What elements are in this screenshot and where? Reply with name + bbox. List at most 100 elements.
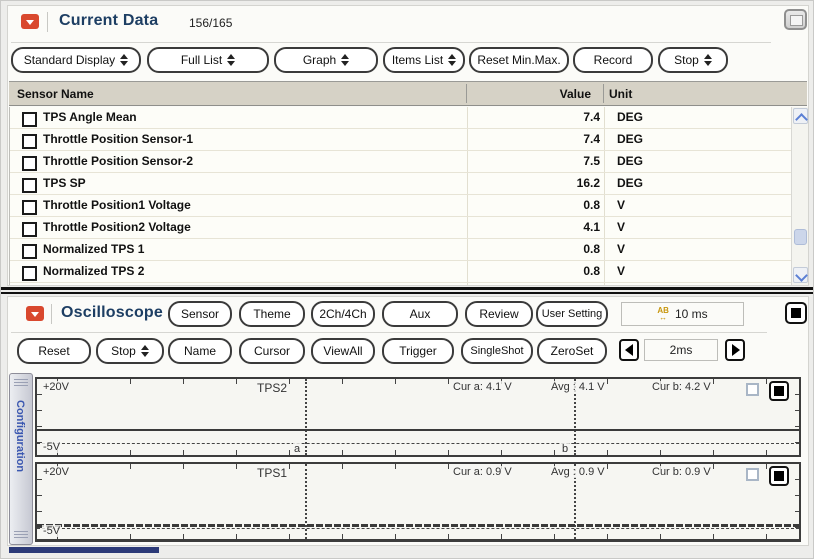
row-checkbox[interactable] bbox=[22, 244, 37, 259]
column-divider bbox=[466, 84, 467, 103]
zero-volt-line bbox=[37, 443, 799, 444]
timebase-value: 10 ms bbox=[675, 307, 708, 321]
scope-channel-tps2[interactable]: +20V -5V TPS2 Cur a: 4.1 V Avg : 4.1 V C… bbox=[35, 377, 801, 457]
chevron-up-icon bbox=[795, 113, 808, 126]
scope-stop-button[interactable]: Stop bbox=[96, 338, 164, 364]
row-checkbox[interactable] bbox=[22, 222, 37, 237]
row-checkbox[interactable] bbox=[22, 112, 37, 127]
diagnostic-app-window: Current Data 156/165 Standard Display Fu… bbox=[0, 0, 814, 559]
scroll-down-button[interactable] bbox=[793, 267, 808, 283]
axis-ticks bbox=[37, 534, 799, 539]
stop-button[interactable]: Stop bbox=[658, 47, 728, 73]
sensor-button[interactable]: Sensor bbox=[168, 301, 232, 327]
filled-square-icon bbox=[774, 471, 784, 481]
reset-minmax-button[interactable]: Reset Min.Max. bbox=[469, 47, 569, 73]
channel-window-button[interactable] bbox=[769, 466, 789, 486]
configuration-tab-label: Configuration bbox=[14, 400, 26, 472]
channel-name: TPS1 bbox=[256, 466, 288, 480]
maximize-button[interactable] bbox=[784, 9, 807, 30]
filled-square-icon bbox=[791, 308, 801, 318]
cursor-button[interactable]: Cursor bbox=[239, 338, 305, 364]
table-row[interactable]: Throttle Position Sensor-2 7.5 DEG bbox=[10, 151, 806, 173]
table-row[interactable]: Throttle Position1 Voltage 0.8 V bbox=[10, 195, 806, 217]
scale-min-label: -5V bbox=[42, 441, 61, 453]
reset-button[interactable]: Reset bbox=[17, 338, 91, 364]
review-button[interactable]: Review bbox=[465, 301, 533, 327]
table-row[interactable]: TPS Angle Mean 7.4 DEG bbox=[10, 107, 806, 129]
table-row[interactable]: Normalized TPS 2 0.8 V bbox=[10, 261, 806, 283]
avg-readout: Avg : 4.1 V bbox=[550, 381, 606, 393]
updown-icon bbox=[340, 54, 349, 66]
zeroset-button[interactable]: ZeroSet bbox=[537, 338, 607, 364]
arrow-right-icon bbox=[732, 344, 740, 356]
col-value[interactable]: Value bbox=[461, 87, 591, 101]
scope-channel-tps1[interactable]: +20V -5V TPS1 Cur a: 0.9 V Avg : 0.9 V C… bbox=[35, 462, 801, 542]
table-header: Sensor Name Value Unit bbox=[9, 81, 807, 106]
maximize-icon bbox=[790, 15, 803, 26]
timebase-decrease-button[interactable] bbox=[619, 339, 639, 361]
channel-checkbox[interactable] bbox=[746, 468, 759, 481]
table-scrollbar[interactable] bbox=[791, 107, 808, 285]
time-per-div-display: 2ms bbox=[644, 339, 718, 361]
grip-icon bbox=[14, 531, 28, 539]
trigger-button[interactable]: Trigger bbox=[382, 338, 454, 364]
standard-display-button[interactable]: Standard Display bbox=[11, 47, 141, 73]
configuration-tab[interactable]: Configuration bbox=[9, 373, 33, 545]
zero-volt-line bbox=[37, 528, 799, 529]
record-button[interactable]: Record bbox=[573, 47, 653, 73]
row-checkbox[interactable] bbox=[22, 134, 37, 149]
user-setting-button[interactable]: User Setting bbox=[536, 301, 608, 327]
cursor-b-readout: Cur b: 0.9 V bbox=[651, 466, 712, 478]
scroll-up-button[interactable] bbox=[793, 108, 808, 124]
table-row[interactable]: TPS SP 16.2 DEG bbox=[10, 173, 806, 195]
row-checkbox[interactable] bbox=[22, 266, 37, 281]
arrow-left-icon bbox=[625, 344, 633, 356]
header-divider bbox=[51, 304, 52, 324]
avg-readout: Avg : 0.9 V bbox=[550, 466, 606, 478]
section-collapse-icon[interactable] bbox=[21, 14, 39, 29]
updown-icon bbox=[703, 54, 712, 66]
table-row[interactable]: Normalized TPS 1 0.8 V bbox=[10, 239, 806, 261]
cursor-b-label: b bbox=[561, 443, 569, 455]
full-list-button[interactable]: Full List bbox=[147, 47, 269, 73]
name-button[interactable]: Name bbox=[168, 338, 232, 364]
table-row[interactable]: Throttle Position2 Voltage 4.1 V bbox=[10, 217, 806, 239]
panel-separator bbox=[1, 287, 814, 290]
cursor-a-readout: Cur a: 4.1 V bbox=[452, 381, 513, 393]
chevron-down-icon bbox=[795, 269, 808, 282]
col-unit[interactable]: Unit bbox=[609, 87, 632, 101]
table-row[interactable]: Throttle Position Sensor-1 7.4 DEG bbox=[10, 129, 806, 151]
oscilloscope-title: Oscilloscope bbox=[61, 304, 163, 322]
bottom-tab-fragment bbox=[9, 547, 159, 553]
scrollbar-thumb[interactable] bbox=[794, 229, 807, 245]
aux-button[interactable]: Aux bbox=[382, 301, 458, 327]
viewall-button[interactable]: ViewAll bbox=[311, 338, 375, 364]
signal-trace bbox=[37, 524, 799, 527]
updown-icon bbox=[447, 54, 456, 66]
graph-button[interactable]: Graph bbox=[274, 47, 378, 73]
header-rule bbox=[11, 42, 771, 43]
singleshot-button[interactable]: SingleShot bbox=[461, 338, 533, 364]
scale-max-label: +20V bbox=[42, 466, 70, 478]
panel-separator bbox=[1, 292, 814, 294]
channel-window-button[interactable] bbox=[769, 381, 789, 401]
row-checkbox[interactable] bbox=[22, 178, 37, 193]
row-checkbox[interactable] bbox=[22, 200, 37, 215]
sensor-table: TPS Angle Mean 7.4 DEG Throttle Position… bbox=[9, 107, 807, 285]
channel-checkbox[interactable] bbox=[746, 383, 759, 396]
theme-button[interactable]: Theme bbox=[239, 301, 305, 327]
row-checkbox[interactable] bbox=[22, 156, 37, 171]
ch2-ch4-button[interactable]: 2Ch/4Ch bbox=[311, 301, 375, 327]
item-counter: 156/165 bbox=[189, 16, 232, 30]
scope-window-button[interactable] bbox=[785, 302, 807, 324]
cursor-a-readout: Cur a: 0.9 V bbox=[452, 466, 513, 478]
timebase-increase-button[interactable] bbox=[725, 339, 745, 361]
ab-cursor-icon: AB↔ bbox=[657, 307, 669, 321]
items-list-button[interactable]: Items List bbox=[383, 47, 465, 73]
axis-ticks bbox=[37, 450, 799, 455]
section-collapse-icon[interactable] bbox=[26, 306, 44, 321]
col-sensor-name[interactable]: Sensor Name bbox=[17, 87, 94, 101]
updown-icon bbox=[119, 54, 128, 66]
scale-min-label: -5V bbox=[42, 525, 61, 537]
header-divider bbox=[47, 12, 48, 32]
